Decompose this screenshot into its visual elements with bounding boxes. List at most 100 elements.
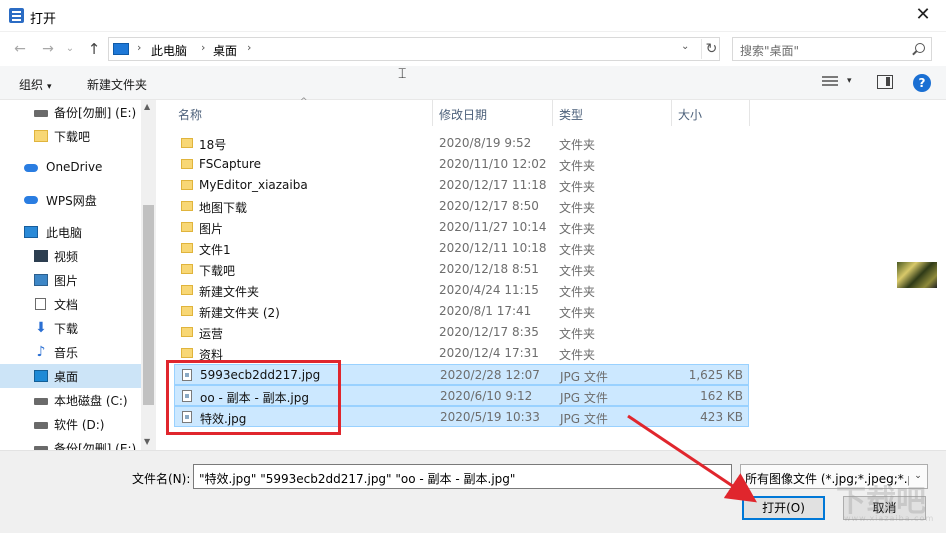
sidebar-item-desktop[interactable]: 桌面 bbox=[0, 364, 141, 388]
file-type: 文件夹 bbox=[559, 348, 596, 362]
breadcrumb-this-pc[interactable]: 此电脑 bbox=[151, 42, 187, 59]
sidebar-item-backup-drive[interactable]: 备份[勿删] (E:) bbox=[0, 100, 141, 124]
file-date: 2020/12/11 10:18 bbox=[439, 241, 547, 255]
sidebar-item-this-pc[interactable]: 此电脑 bbox=[0, 220, 141, 244]
file-name: 文件1 bbox=[199, 243, 231, 257]
file-date: 2020/6/10 9:12 bbox=[440, 389, 533, 403]
sidebar-item-label: 图片 bbox=[54, 274, 79, 288]
scroll-down-icon[interactable]: ▼ bbox=[144, 437, 150, 446]
computer-icon bbox=[113, 43, 129, 55]
sidebar-item-xiazaiba[interactable]: 下载吧 bbox=[0, 124, 141, 148]
filename-label: 文件名(N): bbox=[132, 472, 191, 486]
dialog-icon bbox=[9, 8, 24, 23]
file-row[interactable]: 下载吧 2020/12/18 8:51 文件夹 bbox=[174, 259, 749, 280]
mouse-cursor-icon: ⌶ bbox=[398, 66, 407, 82]
computer-icon bbox=[24, 226, 38, 238]
file-row[interactable]: 新建文件夹 2020/4/24 11:15 文件夹 bbox=[174, 280, 749, 301]
file-size: 162 KB bbox=[700, 389, 743, 403]
file-row[interactable]: 新建文件夹 (2) 2020/8/1 17:41 文件夹 bbox=[174, 301, 749, 322]
sidebar-item-pictures[interactable]: 图片 bbox=[0, 268, 141, 292]
chevron-down-icon[interactable]: ▾ bbox=[847, 76, 852, 86]
file-row[interactable]: FSCapture 2020/11/10 12:02 文件夹 bbox=[174, 154, 749, 175]
breadcrumb-desktop[interactable]: 桌面 bbox=[213, 42, 237, 59]
column-header-name[interactable]: 名称 bbox=[178, 106, 202, 123]
file-row[interactable]: MyEditor_xiazaiba 2020/12/17 11:18 文件夹 bbox=[174, 175, 749, 196]
scroll-up-icon[interactable]: ▲ bbox=[144, 102, 150, 111]
file-date: 2020/12/18 8:51 bbox=[439, 262, 539, 276]
up-arrow-icon[interactable]: ↑ bbox=[84, 39, 104, 59]
sidebar-item-videos[interactable]: 视频 bbox=[0, 244, 141, 268]
open-button[interactable]: 打开(O) bbox=[742, 496, 825, 520]
file-row[interactable]: 文件1 2020/12/11 10:18 文件夹 bbox=[174, 238, 749, 259]
file-type: 文件夹 bbox=[559, 180, 596, 194]
column-divider[interactable] bbox=[432, 100, 433, 126]
folder-icon bbox=[181, 222, 193, 232]
column-divider[interactable] bbox=[671, 100, 672, 126]
column-header-type[interactable]: 类型 bbox=[559, 106, 583, 123]
breadcrumb-separator: › bbox=[247, 41, 252, 54]
toolbar: 组织 ▾ 新建文件夹 ▾ ? bbox=[0, 66, 946, 100]
organize-label: 组织 bbox=[19, 78, 44, 92]
address-dropdown-icon[interactable]: ⌄ bbox=[681, 41, 689, 52]
picture-icon bbox=[34, 274, 48, 286]
file-type: 文件夹 bbox=[559, 222, 596, 236]
file-row[interactable]: 18号 2020/8/19 9:52 文件夹 bbox=[174, 133, 749, 154]
folder-icon bbox=[181, 243, 193, 253]
filename-field[interactable]: "特效.jpg" "5993ecb2dd217.jpg" "oo - 副本 - … bbox=[193, 464, 732, 489]
search-icon[interactable] bbox=[915, 43, 925, 53]
sidebar-item-music[interactable]: ♪ 音乐 bbox=[0, 340, 141, 364]
sidebar-item-documents[interactable]: 文档 bbox=[0, 292, 141, 316]
file-type: 文件夹 bbox=[559, 243, 596, 257]
view-options-icon[interactable] bbox=[822, 76, 838, 90]
preview-pane-icon[interactable] bbox=[877, 75, 893, 89]
file-type: 文件夹 bbox=[559, 264, 596, 278]
sidebar-item-onedrive[interactable]: OneDrive bbox=[0, 156, 141, 180]
file-name: 地图下载 bbox=[199, 201, 248, 215]
watermark-url: www.xiazaiba.com bbox=[844, 514, 935, 523]
document-icon bbox=[35, 298, 46, 310]
back-arrow-icon[interactable]: ← bbox=[10, 39, 30, 59]
sort-ascending-icon: ^ bbox=[300, 97, 308, 107]
sidebar-item-label: 软件 (D:) bbox=[54, 418, 105, 432]
help-icon[interactable]: ? bbox=[913, 74, 931, 92]
new-folder-button[interactable]: 新建文件夹 bbox=[87, 76, 147, 93]
file-row[interactable]: 图片 2020/11/27 10:14 文件夹 bbox=[174, 217, 749, 238]
filename-value: "特效.jpg" "5993ecb2dd217.jpg" "oo - 副本 - … bbox=[199, 472, 516, 486]
file-row[interactable]: 运营 2020/12/17 8:35 文件夹 bbox=[174, 322, 749, 343]
file-size: 1,625 KB bbox=[688, 368, 743, 382]
folder-icon bbox=[181, 348, 193, 358]
recent-locations-icon[interactable]: ⌄ bbox=[60, 39, 80, 59]
folder-icon bbox=[181, 138, 193, 148]
sidebar-item-label: 视频 bbox=[54, 250, 79, 264]
column-header-date[interactable]: 修改日期 bbox=[439, 106, 487, 123]
address-bar[interactable]: › 此电脑 › 桌面 › ⌄ ↻ bbox=[108, 37, 720, 61]
sidebar-item-software-d[interactable]: 软件 (D:) bbox=[0, 412, 141, 436]
file-date: 2020/11/10 12:02 bbox=[439, 157, 547, 171]
refresh-icon[interactable]: ↻ bbox=[701, 39, 721, 59]
column-divider[interactable] bbox=[749, 100, 750, 126]
close-button[interactable]: ✕ bbox=[900, 0, 946, 32]
scrollbar-thumb[interactable] bbox=[143, 205, 154, 405]
forward-arrow-icon[interactable]: → bbox=[38, 39, 58, 59]
sidebar-item-downloads[interactable]: ⬇ 下载 bbox=[0, 316, 141, 340]
file-date: 2020/4/24 11:15 bbox=[439, 283, 539, 297]
search-input[interactable]: 搜索"桌面" bbox=[732, 37, 932, 61]
file-type: JPG 文件 bbox=[560, 391, 608, 405]
sidebar-item-label: 桌面 bbox=[54, 370, 79, 384]
folder-icon bbox=[181, 201, 193, 211]
sidebar-item-local-disk-c[interactable]: 本地磁盘 (C:) bbox=[0, 388, 141, 412]
column-header-size[interactable]: 大小 bbox=[678, 106, 702, 123]
organize-button[interactable]: 组织 ▾ bbox=[19, 76, 52, 93]
folder-icon bbox=[181, 327, 193, 337]
column-divider[interactable] bbox=[552, 100, 553, 126]
file-row[interactable]: 地图下载 2020/12/17 8:50 文件夹 bbox=[174, 196, 749, 217]
sidebar-item-backup-e[interactable]: 备份[勿删] (E:) bbox=[0, 436, 141, 450]
file-type: 文件夹 bbox=[559, 285, 596, 299]
file-type: 文件夹 bbox=[559, 201, 596, 215]
sidebar-item-wps-drive[interactable]: WPS网盘 bbox=[0, 188, 141, 212]
search-placeholder: 搜索"桌面" bbox=[740, 44, 800, 58]
file-date: 2020/8/19 9:52 bbox=[439, 136, 532, 150]
sidebar-item-label: 本地磁盘 (C:) bbox=[54, 394, 128, 408]
watermark-logo: 下载吧 www.xiazaiba.com bbox=[836, 476, 942, 526]
navigation-pane: 备份[勿删] (E:) 下载吧 OneDrive WPS网盘 此电脑 视频 图片… bbox=[0, 100, 156, 450]
